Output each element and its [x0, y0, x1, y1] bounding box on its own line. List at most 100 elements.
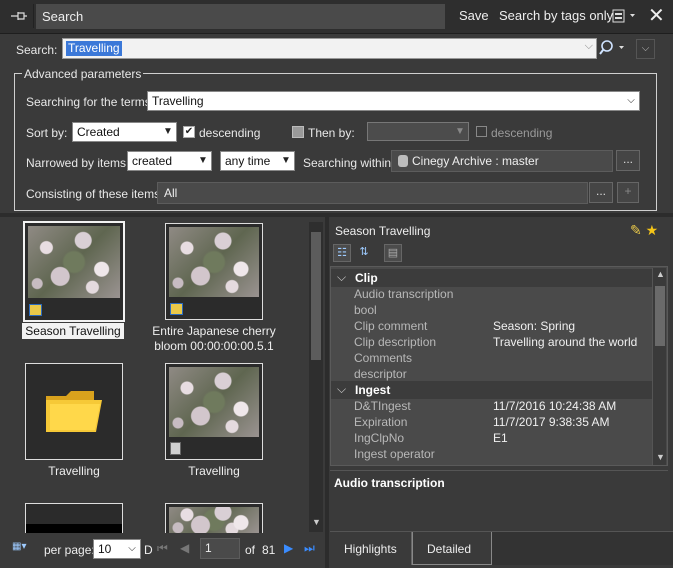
- searching-within-field[interactable]: Cinegy Archive : master: [391, 150, 613, 172]
- browse-location-button[interactable]: ...: [616, 150, 640, 171]
- property-row[interactable]: Clip description Travelling around the wo…: [331, 335, 653, 351]
- vertical-splitter[interactable]: [325, 217, 329, 568]
- property-value: 11/7/2017 9:38:35 AM: [493, 415, 610, 429]
- consisting-label: Consisting of these items:: [26, 187, 164, 201]
- chevron-down-icon[interactable]: ⌵: [623, 92, 639, 110]
- scrollbar-thumb[interactable]: [311, 232, 321, 360]
- find-button[interactable]: [598, 39, 630, 58]
- view-mode-icon[interactable]: ▦▾: [12, 541, 34, 555]
- descending-checkbox[interactable]: ✔: [183, 126, 195, 138]
- browse-items-button[interactable]: ...: [589, 182, 613, 203]
- property-name: Clip comment: [354, 319, 428, 333]
- thumbnail-caption[interactable]: Season Travelling: [0, 323, 148, 339]
- property-name: Ingest operator: [354, 447, 435, 461]
- collapse-advanced-icon[interactable]: ⌵: [636, 39, 655, 59]
- add-item-button[interactable]: +: [617, 182, 639, 203]
- property-row[interactable]: IngClpNo E1: [331, 431, 653, 447]
- tab-highlights[interactable]: Highlights: [330, 532, 412, 565]
- first-page-icon[interactable]: ⏮: [157, 541, 168, 556]
- search-label: Search:: [16, 43, 58, 57]
- of-label: of: [245, 543, 256, 557]
- narrowed-by-value: created: [132, 154, 173, 168]
- group-name: Clip: [355, 271, 378, 285]
- terms-dropdown[interactable]: Travelling ⌵: [147, 91, 640, 111]
- thumbnail-image: [28, 226, 120, 298]
- thumbnail-tile[interactable]: [165, 503, 263, 533]
- then-descending-checkbox[interactable]: [476, 126, 487, 137]
- property-row[interactable]: Ingest operator: [331, 447, 653, 463]
- scroll-down-icon[interactable]: ▼: [312, 517, 321, 527]
- narrowed-by-dropdown[interactable]: created ▼: [127, 151, 212, 171]
- next-page-icon[interactable]: ▶: [284, 541, 293, 555]
- page-number-input[interactable]: 1: [200, 538, 240, 559]
- tab-detailed[interactable]: Detailed: [412, 532, 492, 565]
- thumbnail-tile[interactable]: [25, 503, 123, 533]
- time-range-value: any time: [225, 154, 271, 168]
- chevron-down-icon[interactable]: ⌵: [337, 382, 346, 397]
- thumbnail-tile[interactable]: [23, 221, 125, 322]
- narrowed-by-label: Narrowed by items:: [26, 156, 130, 170]
- search-input[interactable]: Travelling ⌵: [62, 38, 597, 59]
- database-icon: [398, 155, 408, 167]
- search-by-tags-button[interactable]: Search by tags only: [499, 8, 613, 23]
- dropdown-arrow-icon[interactable]: ▼: [160, 123, 176, 141]
- property-row[interactable]: Comments: [331, 351, 653, 367]
- scroll-down-icon[interactable]: ▼: [656, 452, 665, 462]
- thumbnail-image: [169, 507, 259, 533]
- categorized-view-icon[interactable]: ☷: [333, 244, 351, 262]
- then-by-checkbox[interactable]: [292, 126, 304, 138]
- property-row[interactable]: Expiration 11/7/2017 9:38:35 AM: [331, 415, 653, 431]
- dropdown-arrow-icon[interactable]: ▼: [195, 152, 211, 170]
- edit-icon[interactable]: ✎: [630, 222, 642, 238]
- property-name: IngClpNo: [354, 431, 405, 445]
- thumbnail-image: [169, 367, 259, 437]
- scrollbar-thumb[interactable]: [655, 286, 665, 346]
- pin-icon[interactable]: [4, 4, 34, 28]
- trash-icon: [170, 442, 181, 455]
- searching-within-label: Searching within:: [303, 156, 395, 170]
- property-value: E1: [493, 431, 508, 445]
- thumbnail-tile[interactable]: [165, 363, 263, 460]
- group-header-ingest[interactable]: ⌵ Ingest: [331, 381, 653, 399]
- property-row[interactable]: bool: [331, 303, 653, 319]
- property-name: bool: [354, 303, 377, 317]
- options-menu-icon[interactable]: [612, 8, 642, 26]
- favorite-star-icon[interactable]: ★: [646, 222, 659, 238]
- thumbnail-tile[interactable]: [25, 363, 123, 460]
- search-input-value: Travelling: [66, 41, 122, 56]
- descending-label: descending: [199, 126, 261, 140]
- horizontal-splitter[interactable]: [0, 213, 673, 217]
- dropdown-arrow-icon[interactable]: ▼: [452, 123, 468, 141]
- save-button[interactable]: Save: [459, 8, 489, 23]
- sort-by-dropdown[interactable]: Created ▼: [72, 122, 177, 142]
- scroll-up-icon[interactable]: ▲: [656, 269, 665, 279]
- last-page-icon[interactable]: ⏭: [304, 541, 315, 556]
- thumbnail-caption[interactable]: Travelling: [0, 464, 149, 478]
- property-name: Expiration: [354, 415, 408, 429]
- property-row[interactable]: D&TIngest 11/7/2016 10:24:38 AM: [331, 399, 653, 415]
- then-by-dropdown[interactable]: ▼: [367, 122, 469, 141]
- property-value: Travelling around the world: [493, 335, 638, 349]
- property-pages-icon[interactable]: ▤: [384, 244, 402, 262]
- properties-scrollbar[interactable]: ▲ ▼: [652, 268, 666, 465]
- chevron-down-icon[interactable]: ⌵: [337, 270, 346, 285]
- sort-alphabetical-icon[interactable]: ⇅: [355, 244, 373, 262]
- group-header-clip[interactable]: ⌵ Clip: [331, 269, 653, 287]
- thumbnail-tile[interactable]: [165, 223, 263, 320]
- results-scrollbar[interactable]: ▼: [309, 222, 323, 532]
- chevron-down-icon[interactable]: ⌵: [585, 40, 593, 53]
- thumbnail-caption[interactable]: Travelling: [139, 464, 289, 478]
- property-row[interactable]: Clip comment Season: Spring: [331, 319, 653, 335]
- time-range-dropdown[interactable]: any time ▼: [220, 151, 295, 171]
- prev-page-icon[interactable]: ◀: [180, 541, 189, 555]
- dropdown-arrow-icon[interactable]: ▼: [278, 152, 294, 170]
- property-value: 11/7/2016 10:24:38 AM: [493, 399, 617, 413]
- chevron-down-icon[interactable]: ⌵: [124, 540, 140, 558]
- property-row[interactable]: Audio transcription: [331, 287, 653, 303]
- thumbnail-image: [169, 227, 259, 297]
- close-icon[interactable]: ✕: [648, 6, 665, 26]
- thumbnail-caption[interactable]: Entire Japanese cherry bloom 00:00:00:00…: [139, 324, 289, 354]
- consisting-field[interactable]: All: [157, 182, 588, 204]
- per-page-dropdown[interactable]: 10 ⌵: [93, 539, 141, 559]
- per-page-label: per page:: [44, 543, 95, 557]
